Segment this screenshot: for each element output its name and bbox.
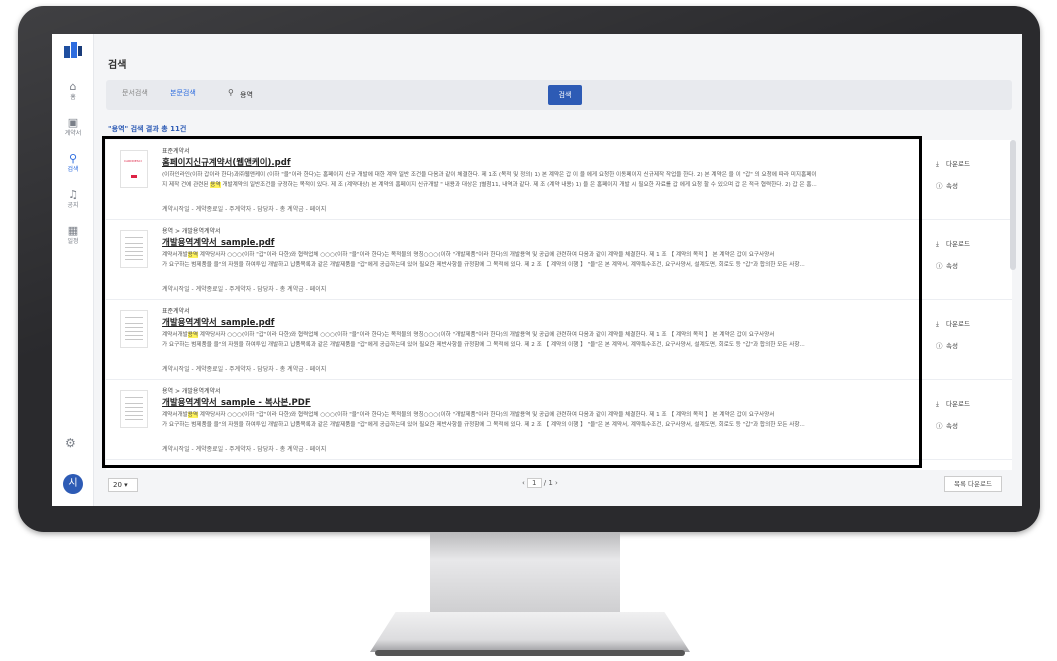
home-icon: ⌂	[69, 80, 77, 93]
highlight-frame	[102, 136, 922, 468]
info-icon: ⓘ	[936, 342, 943, 350]
page-size-select[interactable]: 20 ▾	[108, 478, 138, 492]
left-nav: ⌂ 홈 ▣ 계약서 ⚲ 검색 ♫ 공지 ▦ 일정 ⚙ 시	[52, 34, 94, 506]
download-icon: ⤓	[936, 400, 939, 408]
bell-icon: ♫	[68, 188, 78, 201]
properties-button[interactable]: ⓘ 속성	[936, 260, 988, 274]
download-button[interactable]: ⤓ 다운로드	[936, 158, 988, 172]
chevron-down-icon: ▾	[124, 481, 128, 489]
info-icon: ⓘ	[936, 422, 943, 430]
nav-item-notice[interactable]: ♫ 공지	[52, 188, 94, 222]
monitor-neck	[430, 532, 620, 612]
info-icon: ⓘ	[936, 182, 943, 190]
nav-item-schedule[interactable]: ▦ 일정	[52, 224, 94, 258]
search-icon: ⚲	[68, 152, 78, 165]
logo-icon	[64, 42, 82, 58]
tab-body-search[interactable]: 본문검색	[170, 88, 196, 98]
info-icon: ⓘ	[936, 262, 943, 270]
page-number-input[interactable]: 1	[527, 478, 542, 488]
download-icon: ⤓	[936, 160, 939, 168]
download-icon: ⤓	[936, 320, 939, 328]
properties-button[interactable]: ⓘ 속성	[936, 340, 988, 354]
nav-item-search[interactable]: ⚲ 검색	[52, 152, 94, 186]
nav-item-contracts[interactable]: ▣ 계약서	[52, 116, 94, 150]
tab-doc-search[interactable]: 문서검색	[122, 88, 148, 98]
nav-item-home[interactable]: ⌂ 홈	[52, 80, 94, 114]
properties-button[interactable]: ⓘ 속성	[936, 180, 988, 194]
next-page-icon[interactable]: ›	[555, 479, 558, 487]
download-icon: ⤓	[936, 240, 939, 248]
document-icon: ▣	[67, 116, 79, 129]
search-button[interactable]: 검색	[548, 85, 582, 105]
scrollbar[interactable]	[1010, 140, 1016, 270]
search-input[interactable]: ⚲ 용역	[224, 86, 534, 104]
properties-button[interactable]: ⓘ 속성	[936, 420, 988, 434]
search-bar: 문서검색 본문검색 ⚲ 용역 검색	[106, 80, 1012, 110]
result-count: "용역" 검색 결과 총 11건	[108, 125, 187, 133]
download-list-button[interactable]: 목록 다운로드	[944, 476, 1002, 492]
download-button[interactable]: ⤓ 다운로드	[936, 398, 988, 412]
gear-icon[interactable]: ⚙	[65, 436, 76, 450]
download-button[interactable]: ⤓ 다운로드	[936, 238, 988, 252]
search-icon: ⚲	[228, 88, 234, 97]
prev-page-icon[interactable]: ‹	[522, 479, 525, 487]
download-button[interactable]: ⤓ 다운로드	[936, 318, 988, 332]
stand-shadow	[375, 650, 685, 656]
avatar[interactable]: 시	[63, 474, 83, 494]
monitor-stand	[370, 612, 690, 652]
pagination: ‹ 1 / 1 ›	[522, 478, 558, 488]
page-title: 검색	[108, 60, 127, 71]
calendar-icon: ▦	[67, 224, 79, 237]
